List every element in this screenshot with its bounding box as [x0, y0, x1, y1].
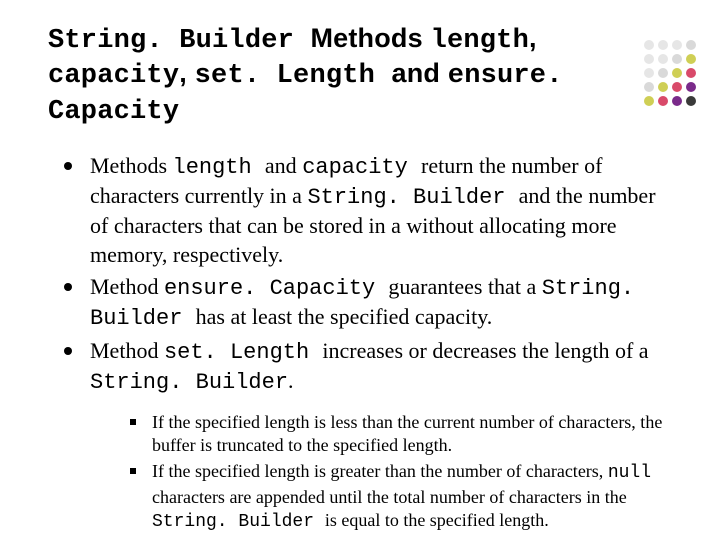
dot-icon: [686, 82, 696, 92]
dot-icon: [658, 40, 668, 50]
slide-title: String. Builder Methods length, capacity…: [48, 22, 672, 128]
bullet-item: Methods length and capacity return the n…: [64, 152, 668, 269]
dot-icon: [672, 96, 682, 106]
dot-icon: [686, 54, 696, 64]
dot-icon: [658, 54, 668, 64]
dot-icon: [672, 82, 682, 92]
dot-icon: [644, 96, 654, 106]
dot-icon: [644, 68, 654, 78]
dot-icon: [644, 82, 654, 92]
dot-icon: [658, 82, 668, 92]
dot-icon: [658, 96, 668, 106]
dot-icon: [672, 68, 682, 78]
dot-icon: [686, 96, 696, 106]
dot-icon: [658, 68, 668, 78]
dot-icon: [686, 40, 696, 50]
sub-bullet-item: If the specified length is less than the…: [130, 411, 668, 457]
sub-bullet-item: If the specified length is greater than …: [130, 460, 668, 533]
sub-bullet-list: If the specified length is less than the…: [90, 411, 668, 533]
dot-icon: [672, 54, 682, 64]
dot-icon: [672, 40, 682, 50]
main-bullet-list: Methods length and capacity return the n…: [48, 152, 672, 533]
dot-icon: [644, 54, 654, 64]
bullet-item: Method ensure. Capacity guarantees that …: [64, 273, 668, 333]
corner-dots-decoration: [644, 40, 698, 108]
bullet-item: Method set. Length increases or decrease…: [64, 337, 668, 533]
dot-icon: [686, 68, 696, 78]
dot-icon: [644, 40, 654, 50]
slide: String. Builder Methods length, capacity…: [0, 0, 720, 540]
